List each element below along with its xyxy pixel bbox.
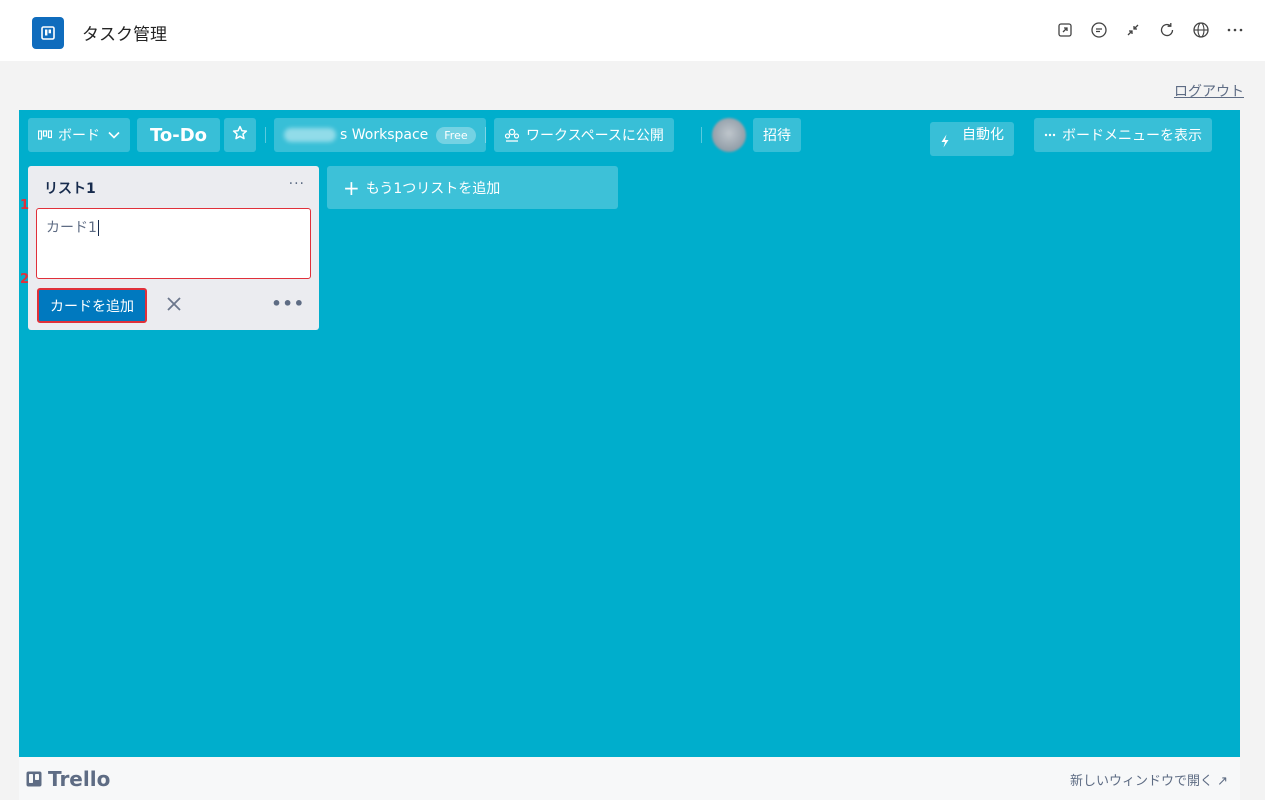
trello-board-icon <box>32 17 64 49</box>
board-view-icon <box>38 130 52 140</box>
open-new-window-link[interactable]: 新しいウィンドウで開く ↗ <box>1070 770 1228 789</box>
visibility-label: ワークスペースに公開 <box>526 128 664 144</box>
list: リスト1 ··· カード1 カードを追加 ••• <box>28 166 319 330</box>
workspace-owner-redacted <box>284 128 336 142</box>
view-switcher-label: ボード <box>58 128 100 144</box>
add-card-button[interactable]: カードを追加 <box>37 288 147 323</box>
star-icon <box>232 125 248 145</box>
board: ボード To-Do s Workspace Free ワークスペースに公開 招待 <box>19 110 1240 757</box>
invite-button[interactable]: 招待 <box>753 118 801 152</box>
step-marker-1: 1 <box>20 198 30 213</box>
board-title[interactable]: To-Do <box>137 118 221 152</box>
chevron-down-icon <box>108 131 120 139</box>
visibility-button[interactable]: ワークスペースに公開 <box>494 118 674 152</box>
header-divider <box>701 127 702 143</box>
header-divider <box>265 127 266 143</box>
header-divider <box>485 127 486 143</box>
card-title-value: カード1 <box>46 220 97 236</box>
host-actions <box>1055 20 1245 40</box>
collapse-icon[interactable] <box>1123 20 1143 40</box>
add-list-button[interactable]: + もう1つリストを追加 <box>327 166 618 209</box>
app-bar: タスク管理 <box>0 0 1265 61</box>
list-title[interactable]: リスト1 <box>44 178 96 198</box>
step-marker-2: 2 <box>20 272 30 287</box>
trello-brand-text: Trello <box>48 767 111 791</box>
text-caret <box>97 220 99 236</box>
trello-logo: Trello <box>26 767 110 791</box>
workspace-plan-badge: Free <box>436 126 476 144</box>
board-header: ボード To-Do s Workspace Free ワークスペースに公開 招待 <box>19 110 1240 160</box>
star-button[interactable] <box>224 118 256 152</box>
automation-button[interactable]: 自動化 <box>930 122 1014 156</box>
trello-icon <box>26 771 42 787</box>
close-icon[interactable] <box>163 293 185 315</box>
card-title-input[interactable]: カード1 <box>36 208 311 279</box>
lightning-icon <box>940 134 950 148</box>
more-icon[interactable] <box>1225 20 1245 40</box>
board-menu-label: ボードメニューを表示 <box>1062 128 1202 144</box>
globe-icon[interactable] <box>1191 20 1211 40</box>
workspace-visibility-icon <box>504 128 520 142</box>
more-icon <box>1044 133 1056 137</box>
open-external-icon[interactable] <box>1055 20 1075 40</box>
workspace-name: s Workspace <box>340 127 429 143</box>
plus-icon: + <box>343 175 360 200</box>
add-list-label: もう1つリストを追加 <box>365 180 501 197</box>
chat-icon[interactable] <box>1089 20 1109 40</box>
list-menu-button[interactable]: ··· <box>289 176 305 192</box>
automation-label: 自動化 <box>962 127 1004 143</box>
workspace-button[interactable]: s Workspace Free <box>274 118 486 152</box>
footer: Trello 新しいウィンドウで開く ↗ <box>19 757 1240 800</box>
board-menu-button[interactable]: ボードメニューを表示 <box>1034 118 1212 152</box>
app-title: タスク管理 <box>82 25 167 45</box>
refresh-icon[interactable] <box>1157 20 1177 40</box>
logout-link[interactable]: ログアウト <box>1174 81 1244 101</box>
composer-options-button[interactable]: ••• <box>271 294 305 313</box>
member-avatar[interactable] <box>712 118 746 152</box>
view-switcher-button[interactable]: ボード <box>28 118 130 152</box>
